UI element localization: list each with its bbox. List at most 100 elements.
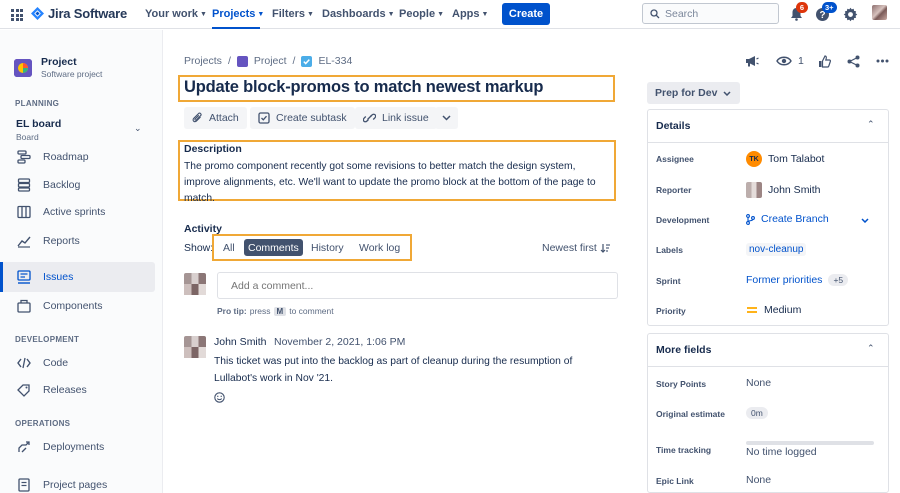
reporter-label: Reporter <box>656 185 692 195</box>
assignee-label: Assignee <box>656 154 694 164</box>
project-name[interactable]: Project <box>41 56 77 68</box>
more-actions-button[interactable] <box>876 53 889 69</box>
sidebar-item-active-sprints[interactable]: Active sprints <box>16 202 156 222</box>
branch-icon <box>746 213 755 225</box>
nav-projects[interactable]: Projects ▼ <box>212 8 264 20</box>
task-type-icon[interactable] <box>301 55 313 67</box>
create-branch-link[interactable]: Create Branch <box>746 213 829 225</box>
sidebar-item-backlog[interactable]: Backlog <box>16 175 156 195</box>
breadcrumb-issue-key[interactable]: EL-334 <box>318 55 352 67</box>
link-issue-button[interactable]: Link issue <box>355 107 437 129</box>
user-avatar[interactable] <box>872 5 887 20</box>
nav-your-work[interactable]: Your work ▼ <box>145 8 207 20</box>
help-button[interactable]: ? 3+ <box>813 2 837 23</box>
nav-people[interactable]: People ▼ <box>399 8 444 20</box>
sidebar-item-issues[interactable]: Issues <box>16 267 156 287</box>
notifications-button[interactable]: 6 <box>787 2 808 23</box>
development-dropdown[interactable] <box>861 214 869 226</box>
assignee-value[interactable]: TK Tom Talabot <box>746 151 824 167</box>
description-heading: Description <box>184 143 242 155</box>
sidebar-item-label: Roadmap <box>43 151 89 163</box>
create-subtask-label: Create subtask <box>276 112 347 124</box>
jira-logo-icon <box>31 7 44 20</box>
filter-work-log[interactable]: Work log <box>355 239 404 256</box>
filter-comments[interactable]: Comments <box>244 239 303 256</box>
feedback-button[interactable] <box>745 53 759 69</box>
story-points-value[interactable]: None <box>746 377 771 389</box>
sidebar-item-releases[interactable]: Releases <box>16 380 156 400</box>
create-button[interactable]: Create <box>502 3 550 25</box>
comment-date: November 2, 2021, 1:06 PM <box>274 336 406 348</box>
label-chip[interactable]: nov-cleanup <box>746 243 807 256</box>
issue-title[interactable]: Update block-promos to match newest mark… <box>184 78 543 97</box>
status-dropdown[interactable]: Prep for Dev <box>647 82 740 104</box>
filter-all[interactable]: All <box>219 239 239 256</box>
sidebar-item-label: Reports <box>43 235 80 247</box>
sidebar-item-project-pages[interactable]: Project pages <box>16 475 156 493</box>
breadcrumb-projects[interactable]: Projects <box>184 55 222 67</box>
comment-author[interactable]: John Smith <box>214 336 267 348</box>
create-subtask-button[interactable]: Create subtask <box>250 107 355 129</box>
nav-filters[interactable]: Filters ▼ <box>272 8 314 20</box>
sprint-value[interactable]: Former priorities +5 <box>746 274 849 286</box>
share-button[interactable] <box>847 53 860 69</box>
comment-input[interactable] <box>217 272 618 299</box>
breadcrumb-project[interactable]: Project <box>254 55 287 67</box>
eye-icon <box>776 56 792 66</box>
chevron-down-icon[interactable]: ⌄ <box>134 123 142 134</box>
original-estimate-label: Original estimate <box>656 409 725 419</box>
priority-label: Priority <box>656 306 686 316</box>
original-estimate-value[interactable]: 0m <box>746 407 768 419</box>
details-heading[interactable]: Details <box>656 120 690 132</box>
sidebar-item-code[interactable]: Code <box>16 353 156 373</box>
sprint-more-count[interactable]: +5 <box>828 274 849 286</box>
epic-link-value[interactable]: None <box>746 474 771 486</box>
attach-label: Attach <box>209 112 239 124</box>
jira-logo[interactable]: Jira Software <box>31 6 127 21</box>
add-reaction-button[interactable] <box>214 392 225 406</box>
more-fields-divider <box>647 366 889 367</box>
description-text[interactable]: The promo component recently got some re… <box>184 159 610 207</box>
more-issue-actions-button[interactable] <box>435 107 458 129</box>
reports-icon <box>16 233 32 249</box>
chevron-up-icon[interactable]: ⌃ <box>867 343 888 354</box>
board-selector[interactable]: EL board <box>16 118 61 130</box>
time-tracking-bar[interactable] <box>746 441 874 445</box>
attach-button[interactable]: Attach <box>184 107 247 129</box>
filter-history[interactable]: History <box>307 239 348 256</box>
details-divider <box>647 142 889 143</box>
link-icon <box>363 113 376 123</box>
time-tracking-value: No time logged <box>746 446 817 458</box>
top-navigation: Jira Software Your work ▼ Projects ▼ Filte… <box>0 0 900 29</box>
app-switcher-icon[interactable] <box>11 9 23 21</box>
settings-button[interactable] <box>841 5 859 23</box>
sidebar-item-components[interactable]: Components <box>16 296 156 316</box>
original-estimate-chip: 0m <box>746 407 768 419</box>
link-issue-label: Link issue <box>382 112 429 124</box>
nav-dashboards[interactable]: Dashboards ▼ <box>322 8 395 20</box>
nav-apps[interactable]: Apps ▼ <box>452 8 488 20</box>
roadmap-icon <box>16 149 32 165</box>
create-branch-label: Create Branch <box>761 213 829 225</box>
watch-count: 1 <box>798 55 804 67</box>
search-box[interactable] <box>642 3 779 24</box>
sidebar-item-reports[interactable]: Reports <box>16 231 156 251</box>
labels-value[interactable]: nov-cleanup <box>746 243 807 256</box>
gear-icon <box>843 7 857 21</box>
sort-toggle[interactable]: Newest first <box>542 242 611 254</box>
vote-button[interactable] <box>818 53 831 69</box>
sidebar-item-deployments[interactable]: Deployments <box>16 437 156 457</box>
sprint-link[interactable]: Former priorities <box>746 274 822 286</box>
chevron-up-icon[interactable]: ⌃ <box>867 119 888 130</box>
brand-name: Jira Software <box>48 6 128 21</box>
chevron-down-icon <box>861 218 869 224</box>
more-fields-heading[interactable]: More fields <box>656 344 711 356</box>
priority-value[interactable]: Medium <box>746 304 801 316</box>
project-type: Software project <box>41 69 103 79</box>
priority-medium-icon <box>747 307 757 313</box>
watch-button[interactable]: 1 <box>776 53 804 69</box>
reporter-value[interactable]: John Smith <box>746 182 821 198</box>
sidebar-item-label: Issues <box>43 271 74 283</box>
search-input[interactable] <box>665 7 765 20</box>
sidebar-item-roadmap[interactable]: Roadmap <box>16 147 156 167</box>
